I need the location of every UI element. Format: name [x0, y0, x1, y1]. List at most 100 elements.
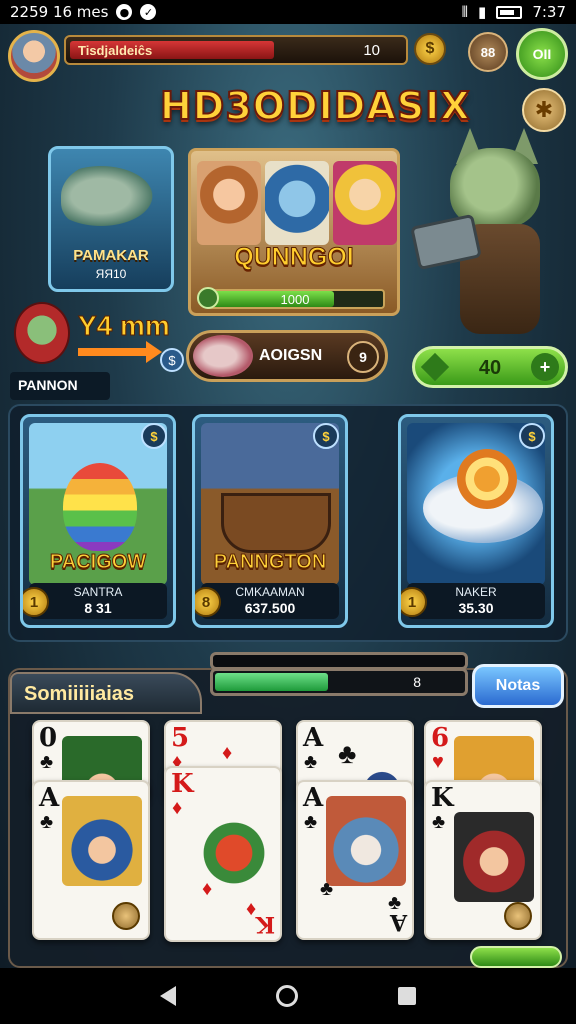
player-name: Tisdjaldeiĉs [78, 43, 153, 58]
feature-shark-title: PAMAKAR [73, 247, 149, 264]
game-card-name: CMKAAMAN [235, 585, 305, 599]
game-card-art [407, 423, 545, 585]
xp-bar: Tisdjaldeiĉs 10 [64, 35, 408, 65]
game-card-name: SANTRA [73, 585, 123, 599]
status-left-text: 2259 16 mes [10, 3, 109, 21]
event-pill[interactable]: AOIGSN 9 [186, 330, 388, 382]
playing-card[interactable]: A ♣ [32, 780, 150, 940]
game-card-value: 35.30 [458, 600, 494, 616]
game-card-value: 8 31 [84, 600, 112, 616]
playing-card[interactable]: K ♣ [424, 780, 542, 940]
card-face-art [326, 796, 406, 886]
gem-counter[interactable]: 88 [468, 32, 508, 72]
system-nav-bar [0, 968, 576, 1024]
gems-pill[interactable]: 40 + [412, 346, 568, 388]
home-icon[interactable] [276, 985, 298, 1007]
game-card[interactable]: $ NAKER 35.30 1 [398, 414, 554, 628]
diamond-pip-icon: ♦ [202, 878, 213, 900]
red-monster-icon [14, 302, 70, 364]
coin-icon: 8 [195, 587, 221, 617]
game-card-value: 637.500 [244, 600, 296, 616]
clock: 7:37 [532, 3, 566, 21]
app-notification-icon: ● [116, 4, 133, 20]
card-rank: 0 [39, 723, 58, 753]
signal-icon: ▮ [478, 3, 487, 21]
game-card-name: NAKER [455, 585, 497, 599]
card-rank: 6 [431, 723, 450, 753]
character-portrait [333, 161, 397, 245]
diamond-pip-icon: ♦ [222, 742, 233, 764]
card-rank: 5 [171, 723, 190, 753]
battery-icon [496, 5, 523, 19]
back-icon[interactable] [160, 986, 176, 1006]
game-card-info: CMKAAMAN 637.500 [201, 583, 339, 619]
info-icon[interactable]: $ [313, 423, 339, 449]
playing-card[interactable]: A ♣ ♣ ♣ A [296, 780, 414, 940]
vibrate-icon: ⦀ [461, 3, 469, 21]
card-suit: ♣ [304, 811, 318, 833]
promo-label: PANNON [10, 372, 110, 400]
card-suit: ♣ [304, 751, 318, 773]
card-rank: A [303, 723, 324, 753]
info-icon[interactable]: $ [160, 348, 184, 372]
card-suit: ♥ [432, 751, 444, 773]
egg-icon [63, 463, 137, 551]
card-action-icon[interactable] [504, 902, 532, 930]
coin-icon: 1 [23, 587, 49, 617]
card-rank: A [39, 783, 60, 813]
xp-value: 10 [363, 42, 380, 59]
info-icon[interactable]: $ [141, 423, 167, 449]
multiplier-text: Y4 mm [78, 310, 171, 342]
playing-card[interactable]: K ♦ ♦ ♦ K [164, 766, 282, 942]
game-title: HD3ODIDASIX [159, 83, 471, 129]
card-rank: K [171, 769, 194, 799]
settings-icon[interactable]: ✱ [522, 88, 566, 132]
hand-progress-fill [215, 673, 329, 691]
characters-title: QUNNGOI [234, 243, 354, 272]
sync-icon: ✓ [140, 4, 157, 20]
game-card-title: PACIGOW [49, 551, 147, 574]
section-tab[interactable]: Somiiiiiaias [10, 672, 202, 714]
multiplier-promo[interactable]: Y4 mm $ [14, 296, 184, 376]
shark-icon [61, 161, 161, 231]
card-suit: ♦ [172, 797, 183, 819]
card-rank-bottom: K [255, 911, 275, 937]
character-portrait [197, 161, 261, 245]
collect-button[interactable] [470, 946, 562, 968]
add-gems-button[interactable]: + [531, 353, 559, 381]
player-avatar[interactable] [8, 30, 60, 82]
card-rank: A [303, 783, 324, 813]
card-suit: ♣ [40, 751, 54, 773]
club-pip-icon: ♣ [320, 878, 334, 900]
recent-apps-icon[interactable] [398, 987, 416, 1005]
feature-tile-shark[interactable]: PAMAKAR ЯЯ10 [48, 146, 174, 292]
coin-icon: 1 [401, 587, 427, 617]
info-icon[interactable]: $ [519, 423, 545, 449]
card-face-art [62, 796, 142, 886]
event-label: AOIGSN [259, 347, 323, 364]
event-count: 9 [347, 341, 379, 373]
card-action-icon[interactable] [112, 902, 140, 930]
feature-tile-characters[interactable]: QUNNGOI 1000 [188, 148, 400, 316]
diamond-pip-icon: ♦ [246, 898, 257, 920]
characters-progress-label: 1000 [280, 292, 310, 307]
card-rank-bottom: A [389, 909, 407, 935]
shell-icon [457, 449, 517, 509]
card-suit: ♣ [40, 811, 54, 833]
shop-button[interactable]: OII [516, 28, 568, 80]
game-card[interactable]: $ PACIGOW SANTRA 8 31 1 [20, 414, 176, 628]
status-bar: 2259 16 mes ● ✓ ⦀ ▮ 7:37 [0, 0, 576, 24]
card-suit: ♣ [432, 811, 446, 833]
game-card-title: PANNGTON [213, 551, 327, 574]
coin-icon[interactable]: $ [414, 33, 446, 65]
feature-shark-subtitle: ЯЯ10 [95, 267, 127, 281]
hand-progress-bar: 8 [210, 668, 468, 696]
notes-button[interactable]: Notas [472, 664, 564, 708]
game-screen: 2259 16 mes ● ✓ ⦀ ▮ 7:37 Tisdjaldeiĉs 10… [0, 0, 576, 1024]
club-pip-icon: ♣ [338, 738, 357, 769]
treasure-boat-icon [221, 493, 331, 553]
card-face-art [454, 812, 534, 902]
characters-progress-bar: 1000 [197, 287, 385, 309]
game-card[interactable]: $ PANNGTON CMKAAMAN 637.500 8 [192, 414, 348, 628]
fish-icon [193, 335, 253, 377]
